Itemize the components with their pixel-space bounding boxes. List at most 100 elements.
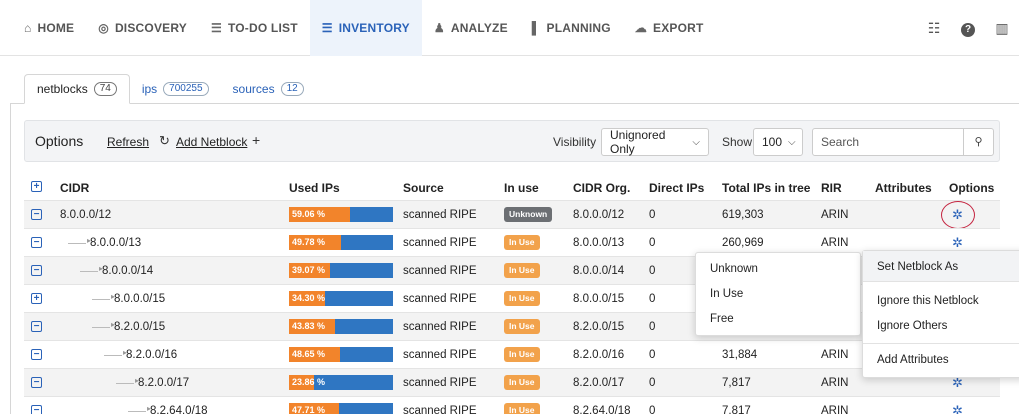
set-netblock-as-item[interactable]: Set Netblock As ▸ — [863, 251, 1019, 281]
gear-icon[interactable]: ✲ — [952, 235, 963, 251]
expand-all-icon[interactable]: + — [31, 181, 42, 192]
discovery-icon: ◎ — [98, 20, 109, 35]
nav-to-do-list[interactable]: ☰ TO-DO LIST — [199, 0, 310, 56]
used-ips-percent: 59.06 % — [292, 209, 326, 219]
nav-export[interactable]: ☁ EXPORT — [623, 0, 716, 56]
status-badge[interactable]: In Use — [504, 319, 540, 334]
status-option-in-use[interactable]: In Use — [710, 288, 743, 300]
status-badge[interactable]: In Use — [504, 291, 540, 306]
tab-sources[interactable]: sources 12 — [221, 74, 316, 104]
set-netblock-as-label: Set Netblock As — [877, 261, 959, 273]
visibility-select[interactable]: Unignored Only ⌵ — [601, 128, 709, 156]
tab-count-badge: 12 — [280, 82, 304, 96]
column-header-source[interactable]: Source — [403, 181, 444, 195]
column-header-rir[interactable]: RIR — [821, 181, 842, 195]
status-badge[interactable]: In Use — [504, 347, 540, 362]
add-netblock-button[interactable]: Add Netblock — [176, 135, 247, 149]
collapse-icon[interactable]: − — [31, 237, 42, 248]
tree-connector — [116, 376, 139, 385]
book-icon[interactable]: ▥ — [985, 20, 1019, 37]
column-header-used-ips[interactable]: Used IPs — [289, 181, 340, 195]
status-option-free[interactable]: Free — [710, 313, 734, 325]
used-ips-percent: 49.78 % — [292, 237, 326, 247]
status-badge[interactable]: In Use — [504, 235, 540, 250]
ignore-others-item[interactable]: Ignore Others — [877, 320, 947, 332]
expand-icon[interactable]: + — [31, 293, 42, 304]
menu-divider — [863, 281, 1019, 282]
source-cell: scanned RIPE — [403, 265, 477, 277]
ignore-netblock-item[interactable]: Ignore this Netblock — [877, 295, 979, 307]
column-header-options[interactable]: Options — [949, 181, 994, 195]
column-header-cidr-org[interactable]: CIDR Org. — [573, 181, 630, 195]
visibility-label: Visibility — [553, 135, 597, 149]
collapse-icon[interactable]: − — [31, 321, 42, 332]
cidr-org-cell: 8.0.0.0/12 — [573, 209, 625, 221]
direct-ips-cell: 0 — [649, 237, 656, 249]
nav-home[interactable]: ⌂ HOME — [12, 0, 86, 56]
search-input[interactable] — [813, 129, 963, 155]
rir-cell: ARIN — [821, 377, 849, 389]
refresh-button[interactable]: Refresh — [107, 135, 149, 149]
cloud-icon: ☁ — [634, 20, 647, 35]
cidr-cell[interactable]: 8.0.0.0/13 — [90, 237, 141, 249]
cidr-cell[interactable]: 8.0.0.0/12 — [60, 209, 111, 221]
total-ips-cell: 619,303 — [722, 209, 764, 221]
collapse-icon[interactable]: − — [31, 377, 42, 388]
status-badge[interactable]: In Use — [504, 375, 540, 390]
search-icon[interactable]: ⚲ — [963, 129, 993, 155]
used-ips-percent: 34.30 % — [292, 293, 326, 303]
nav-inventory[interactable]: ☰ INVENTORY — [309, 0, 422, 56]
top-navigation: ⌂ HOME ◎ DISCOVERY ☰ TO-DO LIST ☰ INVENTORY ♟ ANA… — [0, 0, 1019, 56]
nav-analyze[interactable]: ♟ ANALYZE — [422, 0, 520, 56]
cidr-cell[interactable]: 8.2.0.0/17 — [138, 377, 189, 389]
gear-icon[interactable]: ✲ — [952, 403, 963, 414]
help-icon[interactable]: ? — [951, 19, 985, 37]
cidr-cell[interactable]: 8.2.0.0/16 — [126, 349, 177, 361]
cidr-cell[interactable]: 8.2.0.0/15 — [114, 321, 165, 333]
plus-icon[interactable]: + — [252, 132, 260, 148]
collapse-icon[interactable]: − — [31, 265, 42, 276]
status-badge[interactable]: In Use — [504, 403, 540, 414]
nav-planning[interactable]: ▌ PLANNING — [520, 0, 623, 56]
rir-cell: ARIN — [821, 405, 849, 414]
column-header-attributes[interactable]: Attributes — [875, 181, 932, 195]
source-cell: scanned RIPE — [403, 321, 477, 333]
table-row: − 8.2.0.0/17 23.86 % scanned RIPE In Use 8.2.… — [24, 368, 1000, 396]
used-ips-percent: 47.71 % — [292, 405, 326, 414]
cidr-cell[interactable]: 8.2.64.0/18 — [150, 405, 208, 414]
collapse-icon[interactable]: − — [31, 349, 42, 360]
rir-cell: ARIN — [821, 349, 849, 361]
cidr-org-cell: 8.2.0.0/17 — [573, 377, 625, 389]
collapse-icon[interactable]: − — [31, 405, 42, 414]
add-attributes-item[interactable]: Add Attributes — [877, 354, 949, 366]
tree-connector — [92, 320, 115, 329]
tab-ips[interactable]: ips 700255 — [130, 74, 221, 104]
sliders-icon[interactable]: ☷ — [917, 20, 951, 37]
status-option-unknown[interactable]: Unknown — [710, 263, 758, 275]
tab-netblocks[interactable]: netblocks 74 — [24, 74, 130, 104]
direct-ips-cell: 0 — [649, 321, 656, 333]
cidr-cell[interactable]: 8.0.0.0/15 — [114, 293, 165, 305]
used-ips-percent: 23.86 % — [292, 377, 326, 387]
tree-connector — [104, 348, 127, 357]
column-header-direct-ips[interactable]: Direct IPs — [649, 181, 704, 195]
nav-discovery[interactable]: ◎ DISCOVERY — [86, 0, 199, 56]
source-cell: scanned RIPE — [403, 237, 477, 249]
netblock-options-menu: Set Netblock As ▸ Ignore this Netblock I… — [862, 250, 1019, 378]
column-header-cidr[interactable]: CIDR — [60, 181, 89, 195]
menu-divider — [863, 343, 1019, 344]
used-ips-percent: 39.07 % — [292, 265, 326, 275]
status-badge[interactable]: In Use — [504, 263, 540, 278]
show-select[interactable]: 100 ⌵ — [753, 128, 803, 156]
nav-label: ANALYZE — [450, 20, 508, 35]
collapse-icon[interactable]: − — [31, 209, 42, 220]
tab-count-badge: 700255 — [163, 82, 209, 96]
nav-label: PLANNING — [546, 20, 611, 35]
refresh-icon[interactable]: ↻ — [159, 133, 170, 149]
column-header-in-use[interactable]: In use — [504, 181, 539, 195]
cidr-org-cell: 8.0.0.0/14 — [573, 265, 625, 277]
column-header-total-ips-in-tree[interactable]: Total IPs in tree — [722, 181, 810, 195]
source-cell: scanned RIPE — [403, 377, 477, 389]
cidr-cell[interactable]: 8.0.0.0/14 — [102, 265, 153, 277]
status-badge[interactable]: Unknown — [504, 207, 553, 222]
